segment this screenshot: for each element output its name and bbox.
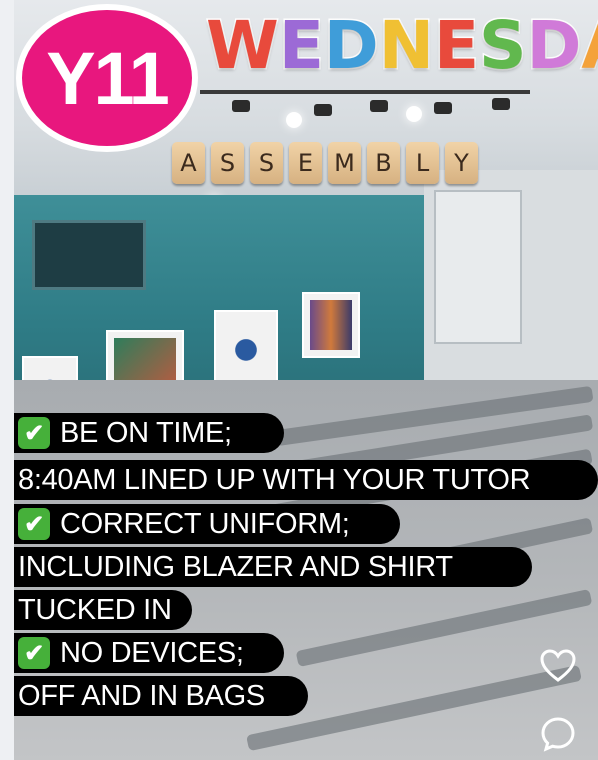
title-letter: W [205,6,281,86]
heart-icon[interactable] [536,644,580,688]
stage-light [370,100,388,112]
letter-tile: S [250,142,283,184]
letter-tile: L [406,142,439,184]
caption-text: OFF AND IN BAGS [18,679,265,712]
letter-tile: A [172,142,205,184]
door [434,190,522,344]
caption-line: TUCKED IN [14,590,192,630]
poster [302,292,360,358]
checkmark-icon: ✔ [18,637,50,669]
checkmark-icon: ✔ [18,417,50,449]
title-letter: D [322,6,380,86]
title-letter: S [478,6,529,86]
day-title: WEDNESDAY [205,4,598,94]
title-letter: A [580,4,598,88]
letter-tile: B [367,142,400,184]
caption-line: ✔ CORRECT UNIFORM; [14,504,400,544]
title-letter: D [525,6,583,86]
letter-tile: E [289,142,322,184]
caption-text: BE ON TIME; [60,416,232,449]
assembly-tiles: ASSEMBLY [172,142,478,184]
year-badge: Y11 [16,4,198,152]
caption-text: 8:40AM LINED UP WITH YOUR TUTOR [18,463,531,496]
post-frame: Y11 WEDNESDAY ASSEMBLY ✔BE ON TIME;8:40A… [0,0,598,760]
letter-tile: S [211,142,244,184]
title-letter: E [432,6,480,86]
light-bulb [286,112,302,128]
stage-light [314,104,332,116]
title-letter: N [377,6,435,86]
badge-text: Y11 [46,36,170,120]
checkmark-icon: ✔ [18,508,50,540]
letter-tile: M [328,142,361,184]
caption-text: TUCKED IN [18,593,172,626]
caption-text: INCLUDING BLAZER AND SHIRT [18,550,453,583]
caption-line: INCLUDING BLAZER AND SHIRT [14,547,532,587]
caption-line: 8:40AM LINED UP WITH YOUR TUTOR [14,460,598,500]
stage-light [434,102,452,114]
letter-tile: Y [445,142,478,184]
caption-text: CORRECT UNIFORM; [60,507,350,540]
title-letter: E [277,6,325,86]
caption-line: OFF AND IN BAGS [14,676,308,716]
caption-text: NO DEVICES; [60,636,244,669]
comment-icon[interactable] [536,712,580,756]
stage-light [492,98,510,110]
caption-line: ✔ NO DEVICES; [14,633,284,673]
wall-window [32,220,146,290]
stage-light [232,100,250,112]
caption-line: ✔ BE ON TIME; [14,413,284,453]
light-bulb [406,106,422,122]
poster [214,310,278,384]
